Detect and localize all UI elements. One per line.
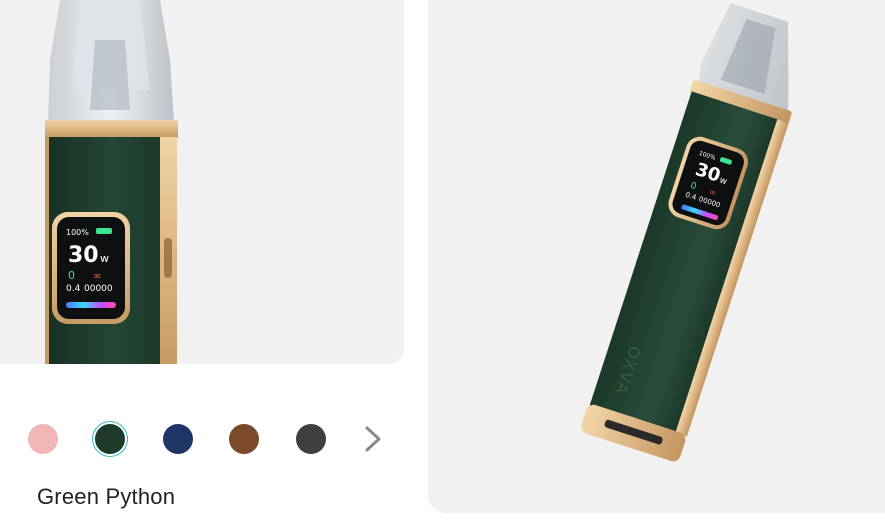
- color-swatches: [28, 420, 388, 456]
- swatch-brown[interactable]: [229, 424, 259, 454]
- screen-unit-left: w: [100, 252, 109, 265]
- swatch-dark-grey[interactable]: [296, 424, 326, 454]
- device-closeup-illustration: 100% 30 w 0 ∞ 0.4 00000: [45, 0, 178, 364]
- screen-resistance-left: 0.4: [66, 284, 81, 294]
- product-page: 100% 30 w 0 ∞ 0.4 00000 100% 30 w 0 ∞ 0.…: [0, 0, 885, 531]
- device-angled-illustration: 100% 30 w 0 ∞ 0.4 00000 OXVA: [581, 3, 792, 462]
- infinity-icon: ∞: [93, 271, 101, 282]
- next-swatches-button[interactable]: [361, 424, 385, 454]
- swatch-pink[interactable]: [28, 424, 58, 454]
- screen-counter-left: 0: [68, 269, 75, 282]
- selected-color-name: Green Python: [37, 484, 176, 509]
- product-image-thumbnail[interactable]: 100% 30 w 0 ∞ 0.4 00000: [0, 0, 404, 364]
- swatch-navy[interactable]: [163, 424, 193, 454]
- screen-puffs-left: 00000: [84, 284, 113, 294]
- chevron-right-icon: [365, 426, 381, 452]
- product-image-main[interactable]: 100% 30 w 0 ∞ 0.4 00000 OXVA: [428, 0, 885, 513]
- screen-wattage-left: 30: [68, 243, 99, 268]
- swatch-green-python[interactable]: [95, 424, 125, 454]
- screen-battery-left: 100%: [66, 228, 89, 237]
